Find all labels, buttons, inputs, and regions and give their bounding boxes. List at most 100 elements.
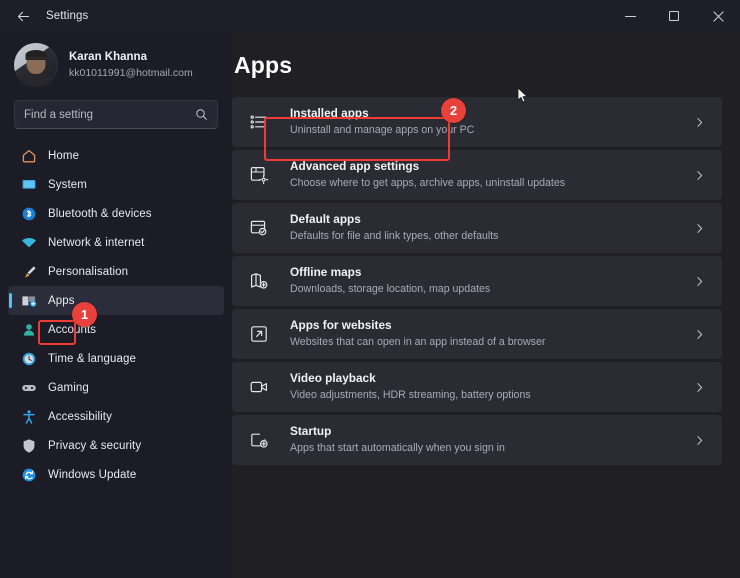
startup-icon xyxy=(248,429,270,451)
maximize-icon xyxy=(669,11,679,21)
card-text: Apps for websites Websites that can open… xyxy=(290,318,693,349)
sidebar-item-apps[interactable]: Apps xyxy=(8,286,224,315)
sidebar-nav: Home System xyxy=(0,141,232,489)
title-bar: Settings xyxy=(0,0,740,32)
settings-window: Settings Karan Khanna xyxy=(0,0,740,578)
search-container xyxy=(0,90,232,129)
sidebar-item-personalisation[interactable]: Personalisation xyxy=(8,257,224,286)
card-startup[interactable]: Startup Apps that start automatically wh… xyxy=(232,415,722,465)
sidebar-item-accessibility[interactable]: Accessibility xyxy=(8,402,224,431)
home-icon xyxy=(20,147,37,164)
gamepad-icon xyxy=(20,379,37,396)
card-installed-apps[interactable]: Installed apps Uninstall and manage apps… xyxy=(232,97,722,147)
close-button[interactable] xyxy=(696,0,740,32)
main-content: Apps Installed apps Uninstall and manag xyxy=(232,32,740,578)
sidebar-label: Windows Update xyxy=(48,469,136,481)
sidebar-label: Network & internet xyxy=(48,237,144,249)
page-title: Apps xyxy=(232,32,722,79)
wifi-icon xyxy=(20,234,37,251)
card-offline-maps[interactable]: Offline maps Downloads, storage location… xyxy=(232,256,722,306)
user-profile[interactable]: Karan Khanna kk01011991@hotmail.com xyxy=(0,32,232,90)
card-advanced-app-settings[interactable]: Advanced app settings Choose where to ge… xyxy=(232,150,722,200)
user-email: kk01011991@hotmail.com xyxy=(69,67,193,80)
account-icon xyxy=(20,321,37,338)
card-title: Video playback xyxy=(290,371,693,386)
search-icon xyxy=(195,108,208,121)
card-title: Default apps xyxy=(290,212,693,227)
user-name: Karan Khanna xyxy=(69,50,193,64)
chevron-right-icon xyxy=(693,116,708,129)
card-subtitle: Websites that can open in an app instead… xyxy=(290,336,693,350)
card-text: Video playback Video adjustments, HDR st… xyxy=(290,371,693,402)
sidebar-item-network[interactable]: Network & internet xyxy=(8,228,224,257)
card-text: Advanced app settings Choose where to ge… xyxy=(290,159,693,190)
apps-icon xyxy=(20,292,37,309)
card-title: Offline maps xyxy=(290,265,693,280)
chevron-right-icon xyxy=(693,381,708,394)
sidebar-item-accounts[interactable]: Accounts xyxy=(8,315,224,344)
settings-card-list: Installed apps Uninstall and manage apps… xyxy=(232,97,722,465)
accessibility-icon xyxy=(20,408,37,425)
default-apps-icon xyxy=(248,217,270,239)
card-text: Startup Apps that start automatically wh… xyxy=(290,424,693,455)
card-text: Installed apps Uninstall and manage apps… xyxy=(290,106,693,137)
bluetooth-icon xyxy=(20,205,37,222)
sidebar-label: Apps xyxy=(48,295,75,307)
card-apps-for-websites[interactable]: Apps for websites Websites that can open… xyxy=(232,309,722,359)
sidebar-item-time-language[interactable]: Time & language xyxy=(8,344,224,373)
update-icon xyxy=(20,466,37,483)
avatar xyxy=(14,43,58,87)
search-box[interactable] xyxy=(14,100,218,129)
card-video-playback[interactable]: Video playback Video adjustments, HDR st… xyxy=(232,362,722,412)
chevron-right-icon xyxy=(693,328,708,341)
back-button[interactable] xyxy=(8,1,38,31)
shield-icon xyxy=(20,437,37,454)
chevron-right-icon xyxy=(693,222,708,235)
sidebar-item-windows-update[interactable]: Windows Update xyxy=(8,460,224,489)
annotation-badge-1: 1 xyxy=(72,302,97,327)
brush-icon xyxy=(20,263,37,280)
video-icon xyxy=(248,376,270,398)
minimize-button[interactable] xyxy=(608,0,652,32)
card-subtitle: Apps that start automatically when you s… xyxy=(290,442,693,456)
sidebar-label: Home xyxy=(48,150,79,162)
card-default-apps[interactable]: Default apps Defaults for file and link … xyxy=(232,203,722,253)
chevron-right-icon xyxy=(693,169,708,182)
sidebar: Karan Khanna kk01011991@hotmail.com xyxy=(0,32,232,578)
back-arrow-icon xyxy=(16,9,31,24)
sidebar-item-home[interactable]: Home xyxy=(8,141,224,170)
map-icon xyxy=(248,270,270,292)
sidebar-item-gaming[interactable]: Gaming xyxy=(8,373,224,402)
user-info: Karan Khanna kk01011991@hotmail.com xyxy=(69,50,193,80)
sidebar-item-privacy-security[interactable]: Privacy & security xyxy=(8,431,224,460)
card-text: Default apps Defaults for file and link … xyxy=(290,212,693,243)
sidebar-label: Time & language xyxy=(48,353,136,365)
chevron-right-icon xyxy=(693,275,708,288)
clock-icon xyxy=(20,350,37,367)
sidebar-label: Accessibility xyxy=(48,411,112,423)
card-subtitle: Uninstall and manage apps on your PC xyxy=(290,124,693,138)
card-subtitle: Choose where to get apps, archive apps, … xyxy=(290,177,693,191)
card-title: Advanced app settings xyxy=(290,159,693,174)
annotation-badge-2: 2 xyxy=(441,98,466,123)
sidebar-item-bluetooth[interactable]: Bluetooth & devices xyxy=(8,199,224,228)
sidebar-label: System xyxy=(48,179,87,191)
card-title: Apps for websites xyxy=(290,318,693,333)
search-input[interactable] xyxy=(24,109,195,121)
card-subtitle: Video adjustments, HDR streaming, batter… xyxy=(290,389,693,403)
chevron-right-icon xyxy=(693,434,708,447)
card-subtitle: Downloads, storage location, map updates xyxy=(290,283,693,297)
list-icon xyxy=(248,111,270,133)
card-text: Offline maps Downloads, storage location… xyxy=(290,265,693,296)
card-title: Startup xyxy=(290,424,693,439)
external-link-icon xyxy=(248,323,270,345)
sidebar-item-system[interactable]: System xyxy=(8,170,224,199)
app-settings-icon xyxy=(248,164,270,186)
maximize-button[interactable] xyxy=(652,0,696,32)
minimize-icon xyxy=(625,16,636,17)
close-icon xyxy=(713,11,724,22)
avatar-glasses xyxy=(27,57,46,62)
avatar-body xyxy=(18,73,54,87)
window-body: Karan Khanna kk01011991@hotmail.com xyxy=(0,32,740,578)
sidebar-label: Privacy & security xyxy=(48,440,141,452)
